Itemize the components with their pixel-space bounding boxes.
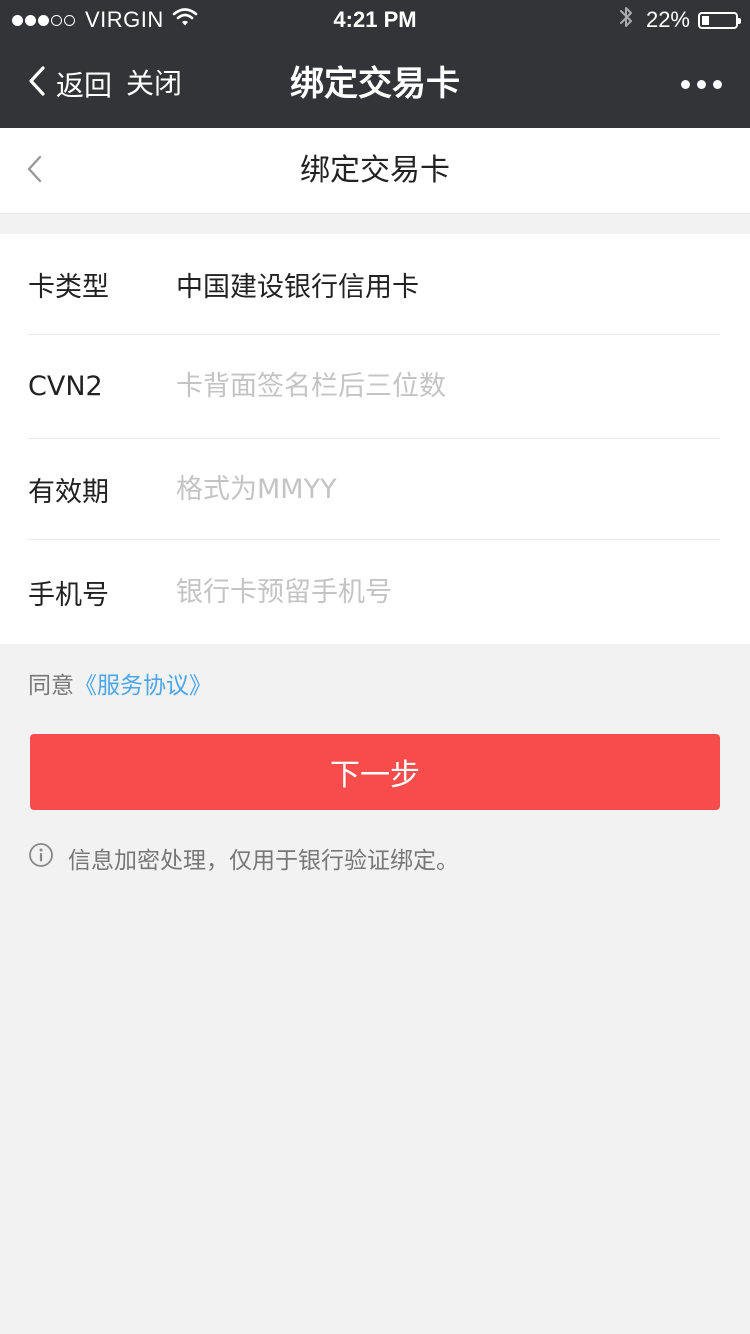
- expiry-input[interactable]: [176, 473, 676, 505]
- page-header: 绑定交易卡: [0, 128, 750, 214]
- battery-level-fill: [702, 15, 709, 25]
- status-right: 22%: [618, 4, 741, 36]
- phone-label: 手机号: [28, 579, 109, 611]
- status-bar: VIRGIN 4:21 PM 22%: [0, 0, 750, 40]
- nav-title: 绑定交易卡: [290, 64, 460, 104]
- nav-bar: 返回 关闭 绑定交易卡: [0, 40, 750, 128]
- next-step-button[interactable]: 下一步: [30, 734, 720, 810]
- security-notice: 信息加密处理，仅用于银行验证绑定。: [28, 838, 459, 878]
- cvn2-label: CVN2: [28, 371, 103, 402]
- agreement: 同意《服务协议》: [28, 666, 212, 706]
- card-form: 卡类型 中国建设银行信用卡 CVN2 有效期 手机号: [0, 234, 750, 644]
- cvn2-input[interactable]: [176, 371, 676, 402]
- expiry-label: 有效期: [28, 476, 109, 508]
- expiry-row: 有效期: [28, 439, 720, 540]
- phone-row: 手机号: [28, 540, 720, 644]
- agreement-prefix: 同意: [28, 673, 74, 699]
- bluetooth-icon: [618, 4, 634, 36]
- info-icon: [28, 842, 54, 874]
- cvn2-row: CVN2: [28, 335, 720, 439]
- service-agreement-link[interactable]: 《服务协议》: [74, 673, 212, 699]
- card-type-label: 卡类型: [28, 271, 109, 303]
- card-type-row: 卡类型 中国建设银行信用卡: [28, 234, 720, 335]
- battery-icon: [698, 11, 741, 29]
- notice-text: 信息加密处理，仅用于银行验证绑定。: [68, 848, 459, 874]
- page-title: 绑定交易卡: [300, 153, 450, 188]
- card-type-value: 中国建设银行信用卡: [176, 271, 419, 303]
- phone-input[interactable]: [176, 576, 676, 608]
- battery-percentage: 22%: [645, 7, 690, 32]
- more-dots-icon[interactable]: [674, 40, 722, 128]
